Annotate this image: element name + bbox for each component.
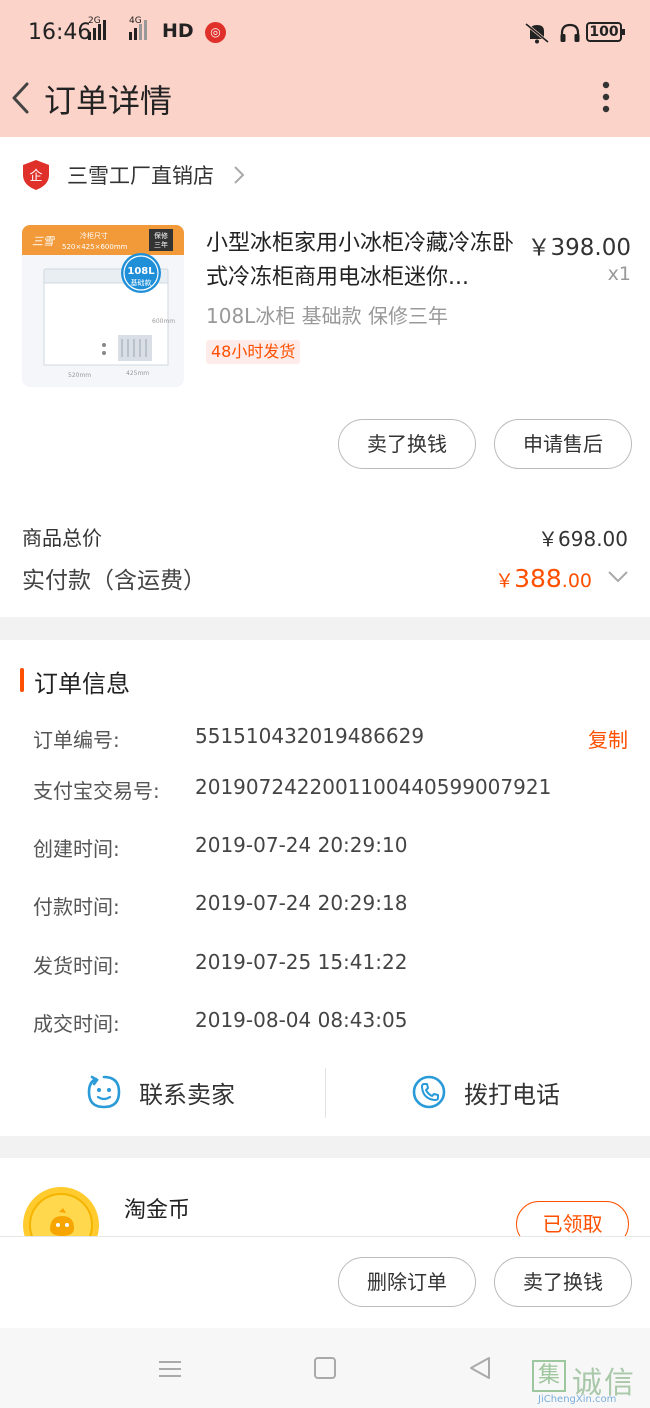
shop-badge-icon: 企 <box>23 160 49 190</box>
sell-for-cash-button[interactable]: 卖了换钱 <box>338 419 476 469</box>
page-title: 订单详情 <box>44 82 173 120</box>
freezer-image: 三雪 冷柜尺寸 520×425×600mm 保修 三年 108L 基础款 520… <box>22 225 184 379</box>
signal-icon: 2G <box>88 16 106 40</box>
svg-text:600mm: 600mm <box>152 318 175 325</box>
coins-title: 淘金币 <box>124 1198 191 1223</box>
mute-icon <box>525 22 549 44</box>
svg-text:保修: 保修 <box>154 231 168 240</box>
order-item-card: 企 三雪工厂直销店 三雪 冷柜尺寸 520×425×600mm 保修 三年 10… <box>0 137 650 617</box>
menu-icon[interactable] <box>157 1359 183 1379</box>
back-triangle-icon[interactable] <box>468 1355 492 1381</box>
divider <box>325 1068 326 1118</box>
svg-text:企: 企 <box>29 168 42 184</box>
product-title[interactable]: 小型冰柜家用小冰柜冷藏冷冻卧式冷冻柜商用电冰柜迷你... <box>206 227 522 295</box>
svg-text:520×425×600mm: 520×425×600mm <box>62 243 128 251</box>
info-label: 成交时间: <box>33 1012 120 1036</box>
call-phone-button[interactable]: 拨打电话 <box>411 1066 560 1118</box>
goods-total-value: ￥698.00 <box>538 527 628 551</box>
delete-order-button[interactable]: 删除订单 <box>338 1257 476 1307</box>
svg-text:108L: 108L <box>127 266 155 277</box>
more-menu-icon[interactable] <box>596 78 616 118</box>
svg-text:425mm: 425mm <box>126 370 149 377</box>
product-image[interactable]: 三雪 冷柜尺寸 520×425×600mm 保修 三年 108L 基础款 520… <box>22 225 184 387</box>
sell-for-cash-bottom-button[interactable]: 卖了换钱 <box>494 1257 632 1307</box>
order-info-card: 订单信息 订单编号: 551510432019486629 复制 支付宝交易号:… <box>0 640 650 1136</box>
coins-card: 淘金币 已领取 <box>0 1158 650 1236</box>
signal-icon-2: 4G <box>129 16 147 40</box>
watermark-url: JiChengXin.com <box>538 1394 617 1405</box>
svg-text:三雪: 三雪 <box>32 235 56 248</box>
svg-text:基础款: 基础款 <box>131 278 152 287</box>
info-label: 发货时间: <box>33 954 120 978</box>
back-arrow-icon[interactable] <box>8 78 38 118</box>
shipping-tag: 48小时发货 <box>206 340 301 364</box>
chevron-down-icon[interactable] <box>606 569 630 585</box>
info-label: 订单编号: <box>33 728 120 752</box>
svg-text:520mm: 520mm <box>68 372 91 379</box>
music-app-icon: ◎ <box>205 22 226 43</box>
section-title: 订单信息 <box>34 670 130 698</box>
created-time-value: 2019-07-24 20:29:10 <box>195 833 408 857</box>
apply-after-sale-button[interactable]: 申请售后 <box>494 419 632 469</box>
chevron-right-icon <box>234 166 245 184</box>
svg-text:冷柜尺寸: 冷柜尺寸 <box>80 231 108 240</box>
headset-icon <box>560 23 580 42</box>
copy-button[interactable]: 复制 <box>588 724 628 753</box>
bottom-action-bar: 删除订单 卖了换钱 <box>0 1236 650 1328</box>
order-number-value: 551510432019486629 <box>195 724 425 748</box>
info-label: 创建时间: <box>33 837 120 861</box>
product-price: ￥398.00 <box>527 235 631 261</box>
paid-amount-value[interactable]: ￥388.00 <box>495 564 592 593</box>
paid-time-value: 2019-07-24 20:29:18 <box>195 891 408 915</box>
product-spec: 108L冰柜 基础款 保修三年 <box>206 304 449 328</box>
section-accent-bar <box>20 668 24 692</box>
shop-link[interactable]: 企 三雪工厂直销店 <box>22 157 246 193</box>
header-bar: 订单详情 <box>0 62 650 137</box>
status-time: 16:46 <box>28 20 92 45</box>
goods-total-label: 商品总价 <box>22 526 102 550</box>
info-label: 付款时间: <box>33 895 120 919</box>
claimed-button[interactable]: 已领取 <box>516 1201 629 1236</box>
alipay-trade-value: 2019072422001100440599007921 <box>195 775 552 799</box>
phone-icon <box>412 1075 446 1109</box>
battery-icon: 100 <box>586 22 625 42</box>
contact-seller-button[interactable]: 联系卖家 <box>86 1066 235 1118</box>
gold-coin-icon <box>23 1187 99 1236</box>
product-quantity: x1 <box>607 263 631 285</box>
chat-face-icon <box>87 1075 121 1109</box>
contact-seller-label: 联系卖家 <box>139 1080 235 1109</box>
completed-time-value: 2019-08-04 08:43:05 <box>195 1008 408 1032</box>
status-bar: 16:46 2G 4G HD ◎ 100 <box>0 0 650 62</box>
paid-amount-label: 实付款（含运费） <box>22 568 206 594</box>
shipped-time-value: 2019-07-25 15:41:22 <box>195 950 408 974</box>
info-label: 支付宝交易号: <box>33 779 160 803</box>
watermark-box: 集 <box>532 1360 566 1392</box>
hd-indicator: HD <box>162 20 194 42</box>
watermark-logo: 集 诚信 JiChengXin.com <box>532 1358 644 1406</box>
call-phone-label: 拨打电话 <box>464 1080 560 1109</box>
svg-text:三年: 三年 <box>154 240 168 249</box>
shop-name: 三雪工厂直销店 <box>67 164 214 188</box>
home-icon[interactable] <box>314 1357 336 1379</box>
